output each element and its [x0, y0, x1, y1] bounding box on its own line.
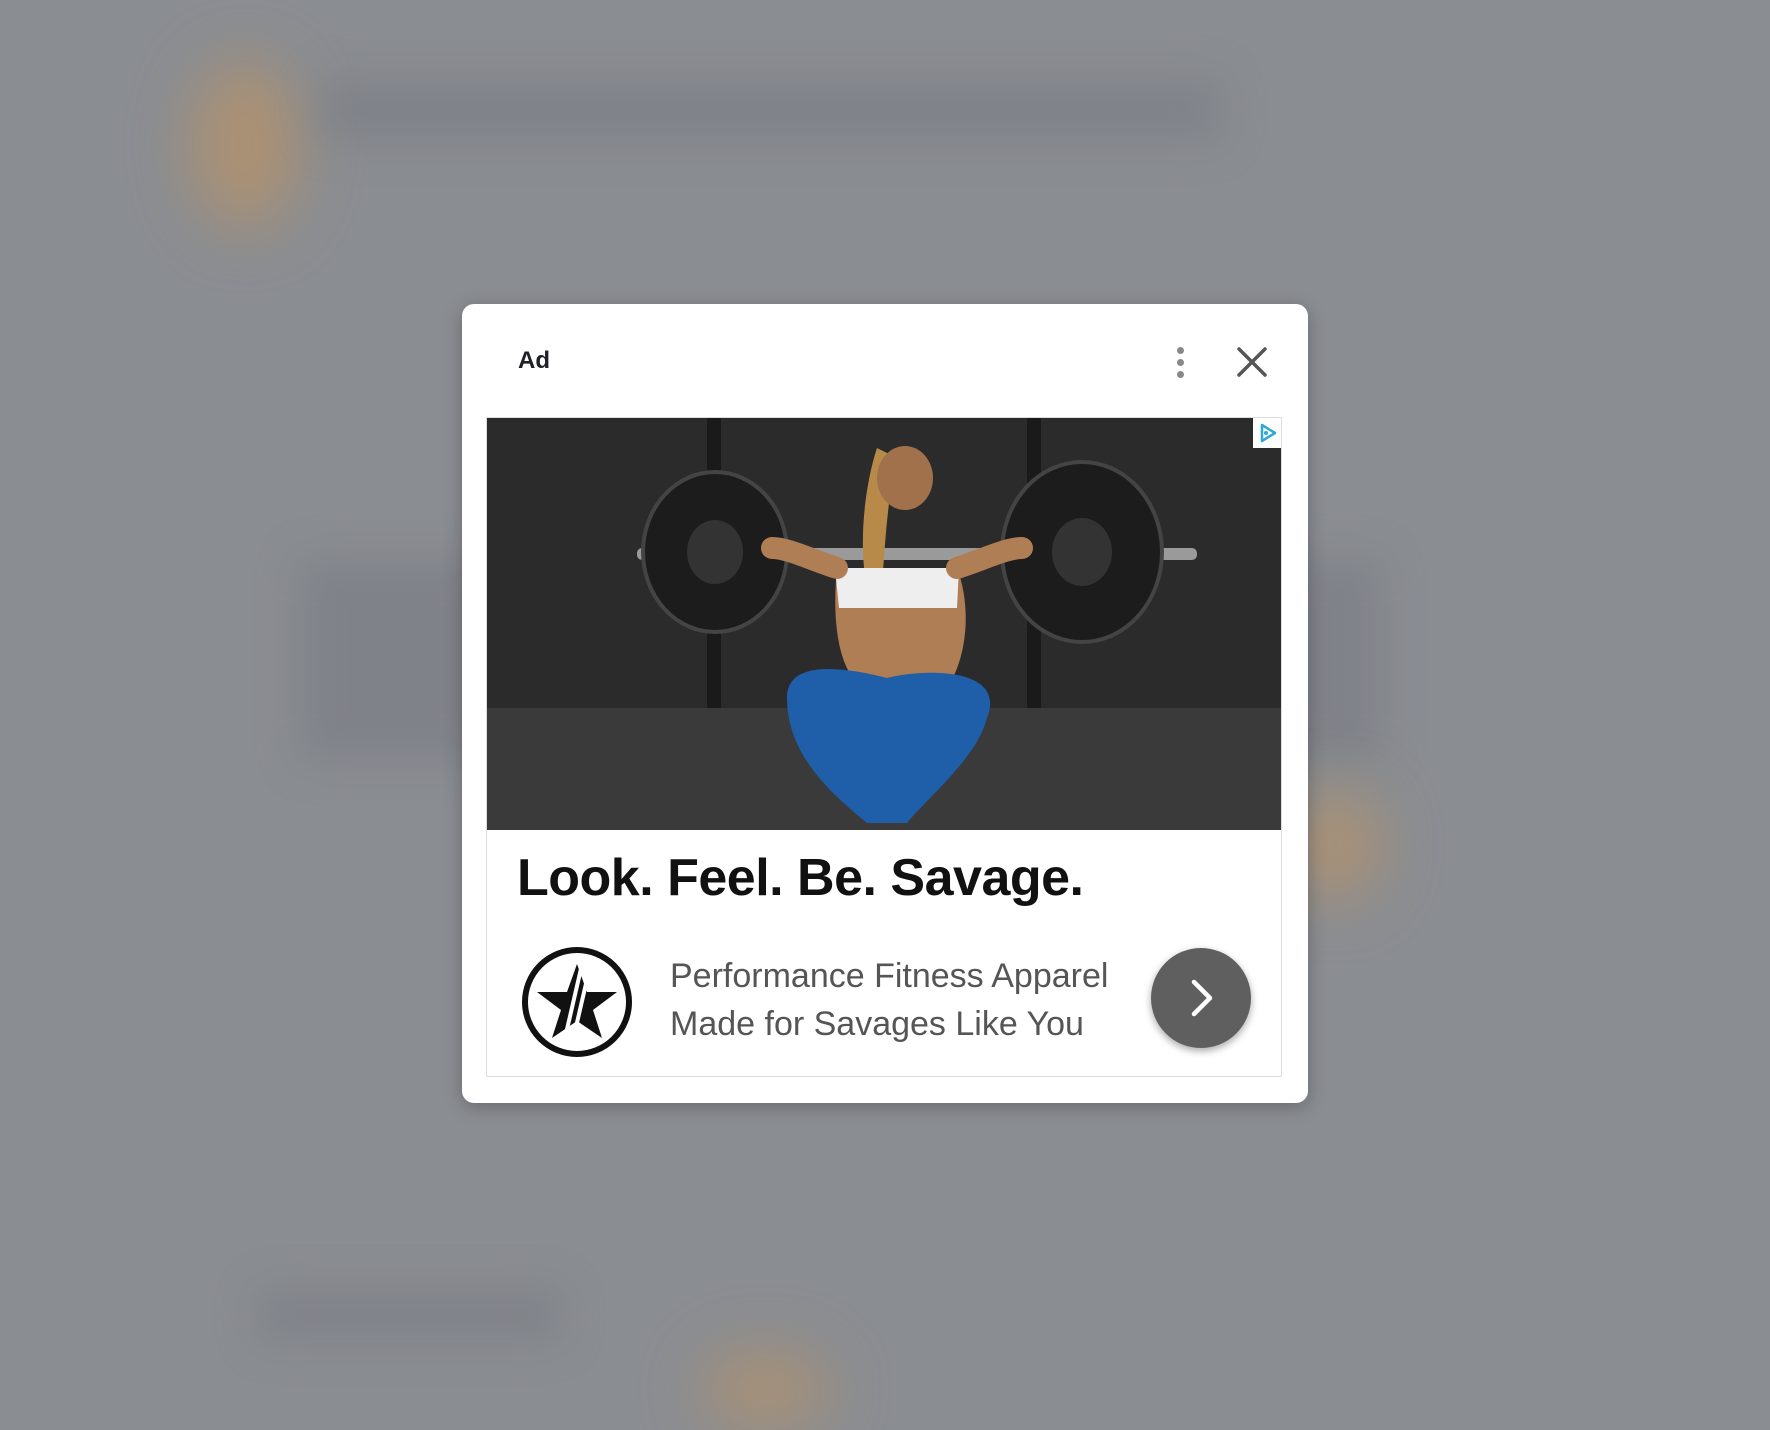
- more-vertical-icon: [1176, 346, 1184, 354]
- bg-footer-bar: [260, 1290, 560, 1340]
- bg-orange-blob: [190, 60, 300, 230]
- brand-logo[interactable]: [521, 946, 633, 1058]
- adchoices-button[interactable]: [1253, 418, 1281, 448]
- photo-illustration: [487, 418, 1281, 830]
- bg-header-bar: [320, 80, 1220, 140]
- more-options-button[interactable]: [1162, 340, 1198, 384]
- more-dot: [1176, 358, 1184, 366]
- ad-creative[interactable]: Look. Feel. Be. Savage. Performance Fitn…: [486, 417, 1282, 1077]
- ad-label: Ad: [518, 347, 550, 374]
- adchoices-icon: [1260, 423, 1277, 443]
- ad-headline[interactable]: Look. Feel. Be. Savage.: [517, 848, 1084, 908]
- close-icon: [1237, 347, 1267, 377]
- cta-button[interactable]: [1151, 948, 1251, 1048]
- star-circle-logo-icon: [522, 947, 632, 1057]
- more-dot: [1176, 370, 1184, 378]
- ad-description[interactable]: Performance Fitness Apparel Made for Sav…: [670, 952, 1110, 1048]
- close-button[interactable]: [1232, 342, 1272, 382]
- bg-orange-blob-bottom: [700, 1350, 830, 1430]
- chevron-right-icon: [1191, 979, 1213, 1017]
- ad-modal: Ad Look. Feel. Be. Savage. Performance F…: [462, 304, 1308, 1103]
- barbell-squat-photo[interactable]: [487, 418, 1281, 830]
